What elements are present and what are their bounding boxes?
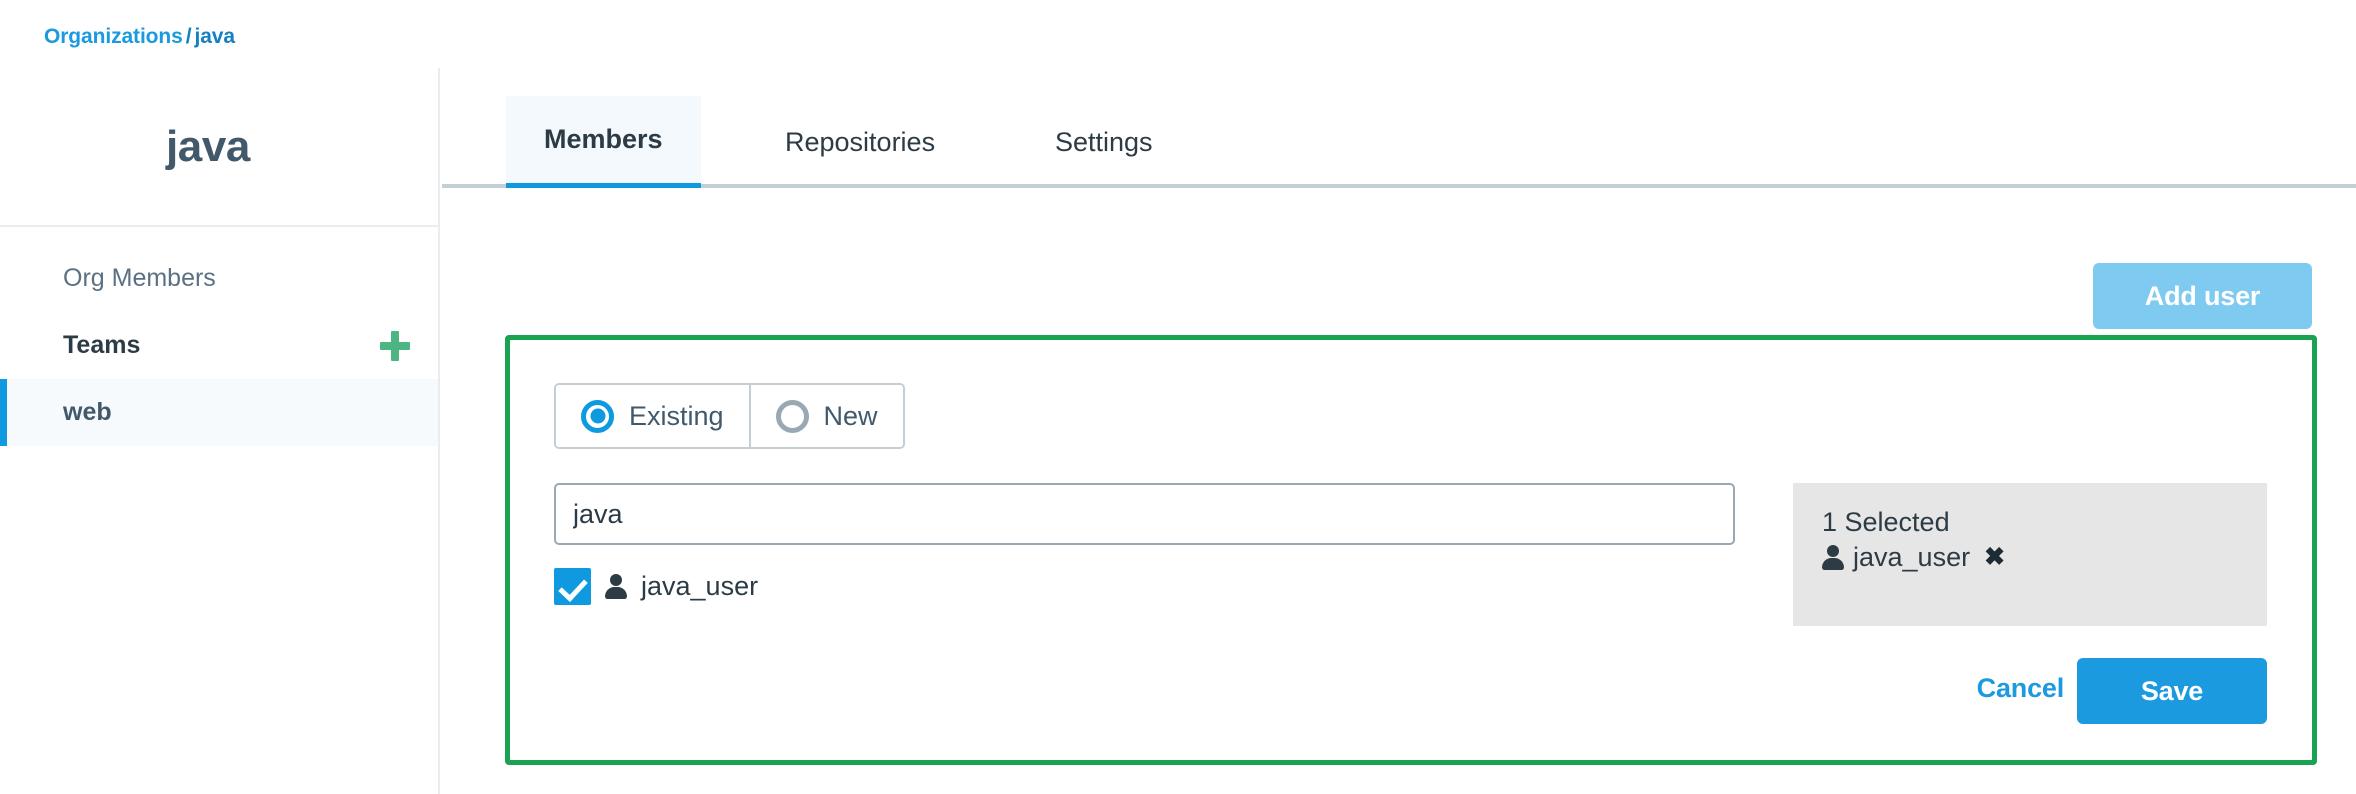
breadcrumb-organizations-link[interactable]: Organizations	[44, 25, 183, 48]
person-icon	[1822, 545, 1844, 570]
breadcrumb-separator: /	[185, 25, 192, 48]
search-result-row[interactable]: java_user	[554, 568, 758, 605]
sidebar-item-label: Teams	[63, 331, 141, 359]
radio-new-icon[interactable]	[775, 399, 809, 433]
radio-option-new[interactable]: New	[748, 385, 903, 447]
radio-option-label: New	[823, 400, 878, 431]
remove-selected-user-icon[interactable]: ✖	[1984, 545, 2005, 570]
tab-label: Repositories	[785, 126, 936, 157]
add-user-button[interactable]: Add user	[2093, 263, 2312, 329]
save-button[interactable]: Save	[2077, 658, 2267, 724]
app-root: Organizations / java java Org Members Team…	[0, 0, 2356, 794]
tab-label: Members	[544, 124, 663, 154]
sidebar-item-label: web	[63, 398, 112, 426]
tab-repositories[interactable]: Repositories	[747, 96, 973, 188]
sidebar-item-web[interactable]: web	[0, 379, 438, 446]
radio-option-label: Existing	[629, 400, 724, 431]
selected-count-label: 1 Selected	[1822, 507, 1950, 537]
tab-settings[interactable]: Settings	[1017, 96, 1191, 188]
result-checkbox[interactable]	[554, 568, 591, 605]
sidebar-org-title: java	[165, 122, 251, 171]
sidebar-item-org-members[interactable]: Org Members	[0, 245, 438, 312]
cancel-button[interactable]: Cancel	[1977, 673, 2065, 704]
tab-bar: Members Repositories Settings	[442, 68, 2356, 188]
main-content: Members Repositories Settings Add user E…	[442, 68, 2356, 794]
sidebar-item-label: Org Members	[63, 264, 216, 292]
selected-user-chip: java_user ✖	[1822, 542, 2238, 573]
breadcrumb-current-org[interactable]: java	[194, 25, 235, 48]
sidebar-nav: Org Members Teams web	[0, 227, 438, 446]
radio-option-existing[interactable]: Existing	[556, 385, 749, 447]
breadcrumb: Organizations / java	[44, 25, 235, 49]
selected-users-panel: 1 Selected java_user ✖	[1793, 483, 2267, 626]
plus-icon[interactable]	[380, 330, 410, 361]
radio-existing-icon[interactable]	[581, 399, 614, 433]
tab-label: Settings	[1055, 126, 1153, 157]
user-mode-radio-group: Existing New	[554, 383, 905, 449]
result-username: java_user	[641, 571, 759, 601]
user-search-input[interactable]	[554, 483, 1735, 545]
selected-username: java_user	[1853, 542, 1971, 572]
sidebar: java Org Members Teams web	[0, 68, 440, 794]
sidebar-item-teams[interactable]: Teams	[0, 312, 438, 379]
person-icon	[605, 574, 627, 599]
add-user-panel: Existing New java_user 1 Selected java_u…	[505, 335, 2317, 765]
tab-members[interactable]: Members	[506, 96, 701, 188]
